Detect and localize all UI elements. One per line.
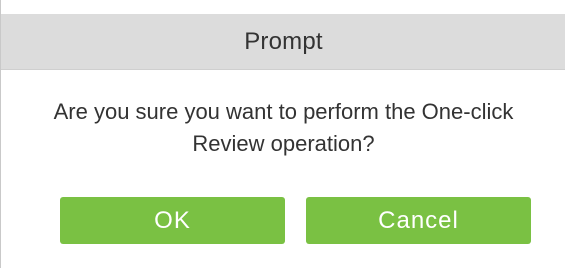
confirm-dialog: Prompt Are you sure you want to perform … (0, 0, 565, 268)
cancel-button[interactable]: Cancel (306, 197, 531, 244)
ok-button[interactable]: OK (60, 197, 285, 244)
dialog-header: Prompt (1, 14, 565, 70)
dialog-title: Prompt (244, 27, 323, 55)
dialog-message: Are you sure you want to perform the One… (53, 99, 514, 156)
